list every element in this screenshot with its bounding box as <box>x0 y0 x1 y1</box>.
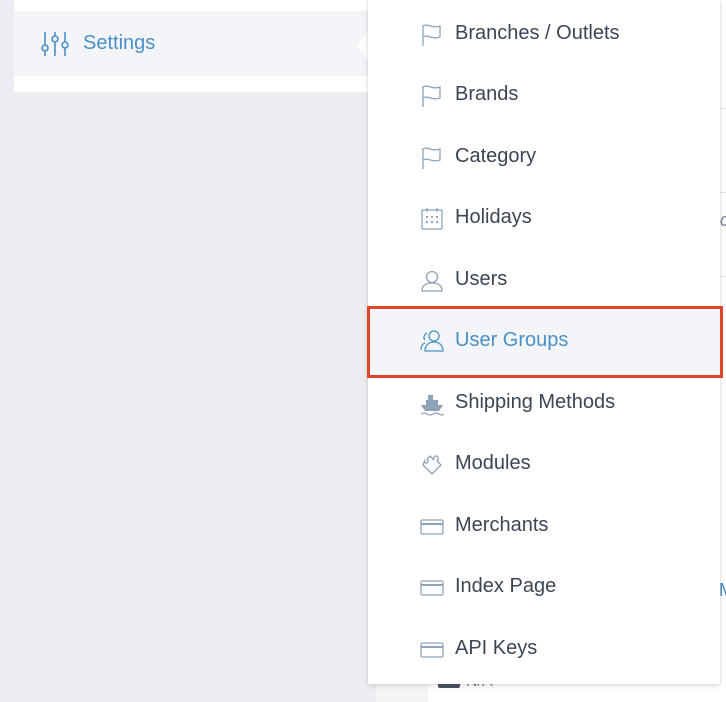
user-icon <box>420 269 444 293</box>
menu-item-branches-outlets[interactable]: Branches / Outlets <box>368 7 720 63</box>
menu-item-label: Shipping Methods <box>455 391 616 413</box>
card-icon <box>420 515 444 539</box>
menu-item-modules[interactable]: Modules <box>368 437 720 493</box>
menu-item-category[interactable]: Category <box>368 130 720 186</box>
menu-item-brands[interactable]: Brands <box>368 68 720 124</box>
card-icon <box>420 576 444 600</box>
dropdown-caret <box>356 32 368 60</box>
menu-item-label: Users <box>455 268 508 290</box>
puzzle-icon <box>420 453 444 477</box>
flag-icon <box>420 146 444 170</box>
sliders-icon <box>40 30 70 58</box>
menu-item-label: Merchants <box>455 514 549 536</box>
menu-item-label: Brands <box>455 83 519 105</box>
menu-item-label: Modules <box>455 452 531 474</box>
menu-item-label: Category <box>455 145 537 167</box>
flag-icon <box>420 23 444 47</box>
menu-item-label: User Groups <box>455 329 569 351</box>
content-fragment: c <box>720 210 726 231</box>
menu-item-api-keys[interactable]: API Keys <box>368 622 720 678</box>
menu-item-index-page[interactable]: Index Page <box>368 560 720 616</box>
sidebar-item-label: Settings <box>83 32 156 54</box>
card-icon <box>420 638 444 662</box>
flag-icon <box>420 84 444 108</box>
sidebar: Settings <box>14 0 368 92</box>
menu-item-users[interactable]: Users <box>368 253 720 309</box>
menu-item-label: Branches / Outlets <box>455 22 620 44</box>
ship-icon <box>420 392 444 416</box>
menu-item-holidays[interactable]: Holidays <box>368 191 720 247</box>
user-group-icon <box>420 329 444 353</box>
calendar-icon <box>420 207 444 231</box>
settings-dropdown-menu: Branches / Outlets Brands Category Holid… <box>368 0 720 684</box>
menu-item-merchants[interactable]: Merchants <box>368 499 720 555</box>
sidebar-item-settings[interactable]: Settings <box>14 11 368 76</box>
menu-item-user-groups[interactable]: User Groups <box>368 311 720 371</box>
menu-item-label: Index Page <box>455 575 557 597</box>
menu-item-label: API Keys <box>455 637 538 659</box>
menu-item-shipping-methods[interactable]: Shipping Methods <box>368 376 720 432</box>
content-fragment: M <box>719 580 726 601</box>
menu-item-label: Holidays <box>455 206 532 228</box>
